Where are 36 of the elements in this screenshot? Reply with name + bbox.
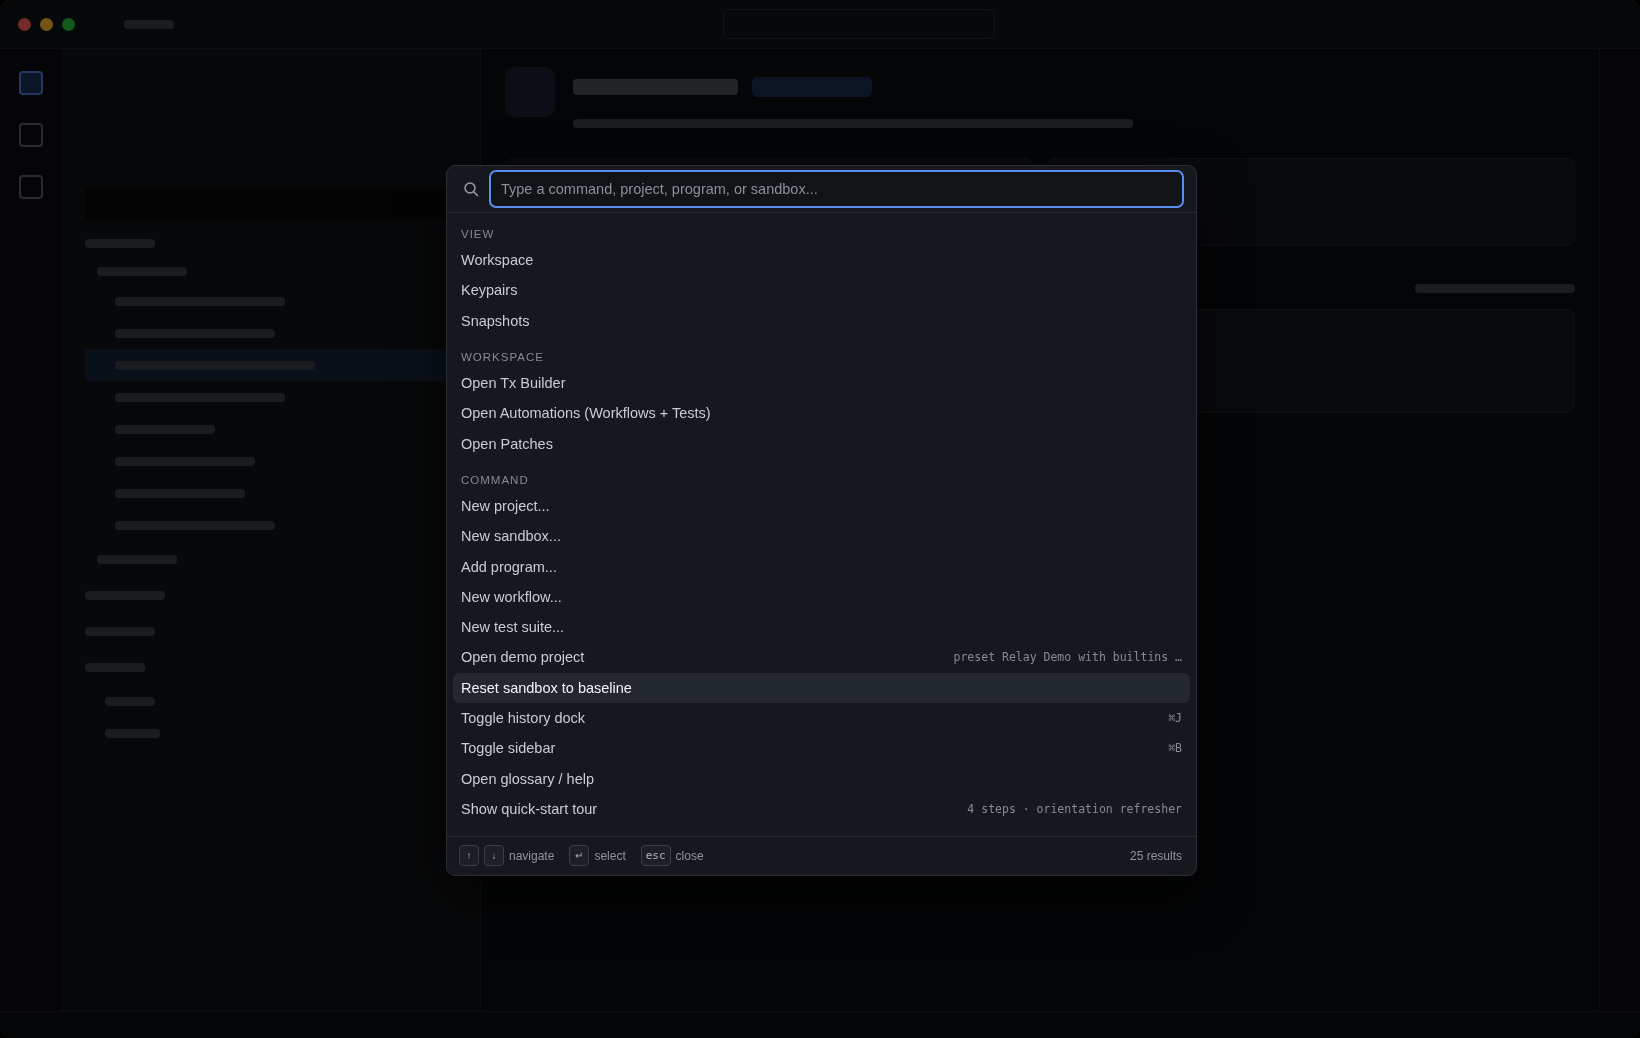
command-item[interactable]: Open glossary / help — [453, 763, 1190, 794]
command-item[interactable]: Open Patches — [453, 428, 1190, 459]
close-window-icon[interactable] — [18, 17, 31, 31]
command-item[interactable]: New sandbox... — [453, 521, 1190, 552]
command-item[interactable]: New project... — [453, 490, 1190, 522]
command-input[interactable]: Type a command, project, program, or sandbox... — [489, 170, 1184, 208]
key-label: select — [594, 848, 626, 863]
command-item[interactable]: Snapshots — [453, 305, 1190, 336]
command-item[interactable]: Open Automations (Workflows + Tests) — [453, 398, 1190, 429]
key-label: close — [675, 848, 704, 863]
key-hint: ↓ — [484, 845, 504, 867]
key-label: navigate — [509, 848, 555, 863]
command-item[interactable]: Open Tx Builder — [453, 367, 1190, 399]
command-item[interactable]: Toggle sidebar ⌘B — [453, 733, 1190, 764]
key-hint: ↵ — [569, 845, 590, 867]
result-count: 25 results — [1129, 848, 1182, 863]
square-icon[interactable] — [19, 175, 43, 199]
command-item[interactable]: New test suite... — [453, 611, 1190, 643]
command-item[interactable]: Workspace — [453, 245, 1190, 276]
key-hint: esc — [640, 845, 671, 867]
search-icon — [463, 181, 479, 197]
zoom-window-icon[interactable] — [62, 17, 75, 31]
section-heading: VIEW — [460, 227, 496, 242]
square-icon[interactable] — [19, 123, 43, 147]
section-heading: COMMAND — [460, 472, 530, 488]
command-item[interactable]: Open demo project preset Relay Demo with builtins … — [453, 642, 1190, 673]
section-heading: WORKSPACE — [460, 349, 545, 365]
key-hint: ↑ — [459, 845, 479, 867]
command-item[interactable]: Add program... — [453, 551, 1190, 582]
command-item[interactable]: Reset sandbox to baseline — [453, 672, 1190, 703]
command-item[interactable]: Toggle history dock ⌘J — [453, 702, 1190, 734]
command-item[interactable]: New workflow... — [453, 581, 1190, 612]
command-item[interactable]: Show quick-start tour 4 steps · orientation refresher — [453, 793, 1190, 825]
minimize-window-icon[interactable] — [40, 17, 53, 31]
square-icon[interactable] — [19, 71, 43, 95]
command-item[interactable]: Keypairs — [453, 275, 1190, 306]
